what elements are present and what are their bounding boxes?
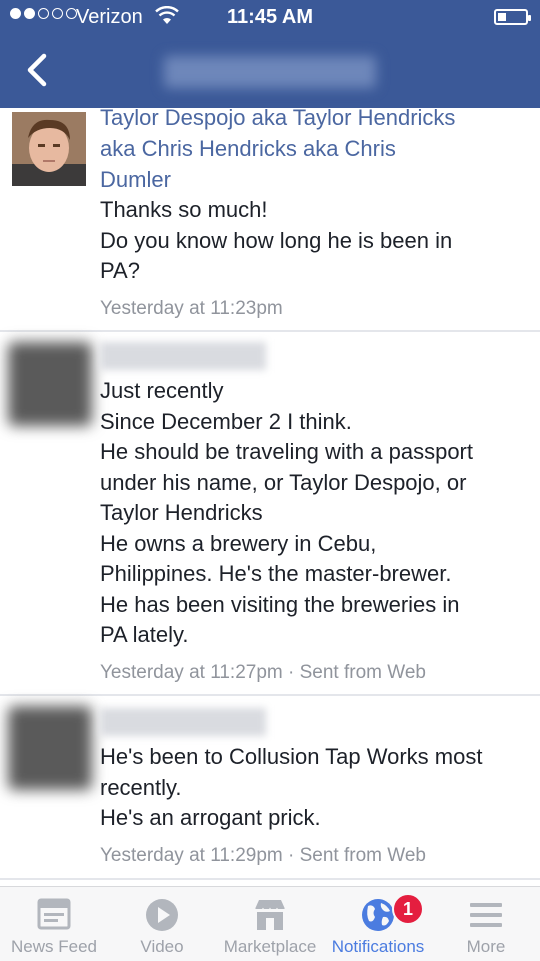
avatar[interactable] xyxy=(12,112,86,186)
tab-more[interactable]: More xyxy=(432,887,540,961)
comment-author-name[interactable]: Taylor Despojo aka Taylor Hendricks aka … xyxy=(100,102,530,195)
news-feed-icon xyxy=(37,898,71,930)
tab-label: Marketplace xyxy=(223,937,317,956)
comment-text-line: Just recently xyxy=(100,378,224,403)
back-chevron-icon[interactable] xyxy=(22,50,52,90)
avatar-redacted[interactable] xyxy=(8,342,92,426)
avatar-redacted[interactable] xyxy=(8,706,92,790)
comment-timestamp: Yesterday at 11:23pm xyxy=(100,297,283,319)
divider xyxy=(0,878,540,880)
comment-text-line: He's been to Collusion Tap Works most xyxy=(100,744,483,769)
video-play-icon xyxy=(146,899,178,931)
tab-news-feed[interactable]: News Feed xyxy=(0,887,108,961)
notification-count-badge: 1 xyxy=(392,893,424,925)
comment-text-line: He's an arrogant prick. xyxy=(100,805,321,830)
comment-timestamp: Yesterday at 11:29pm · Sent from Web xyxy=(100,844,426,866)
globe-icon xyxy=(362,899,394,931)
comment-text-line: Thanks so much! xyxy=(100,197,268,222)
comment-item: Just recently Since December 2 I think. … xyxy=(0,332,540,694)
author-name-redacted[interactable] xyxy=(100,708,266,736)
tab-label: More xyxy=(466,937,506,956)
author-name-line: aka Chris Hendricks aka Chris xyxy=(100,136,396,161)
comment-text-line: PA lately. xyxy=(100,622,189,647)
tab-notifications[interactable]: 1 Notifications xyxy=(324,887,432,961)
status-bar: Verizon 11:45 AM xyxy=(0,0,540,36)
comment-text-line: PA? xyxy=(100,258,140,283)
comment-text-line: He has been visiting the breweries in xyxy=(100,591,460,617)
comment-text-line: recently. xyxy=(100,774,182,800)
status-time: 11:45 AM xyxy=(227,6,313,28)
comment-item: He's been to Collusion Tap Works most re… xyxy=(0,696,540,876)
author-name-redacted[interactable] xyxy=(100,342,266,370)
author-name-line: Taylor Despojo aka Taylor Hendricks xyxy=(100,105,456,130)
battery-icon xyxy=(494,9,531,25)
marketplace-store-icon xyxy=(254,900,286,930)
comment-timestamp: Yesterday at 11:27pm · Sent from Web xyxy=(100,661,426,683)
comment-text-line: Taylor Hendricks xyxy=(100,500,263,525)
comment-text-line: He owns a brewery in Cebu, xyxy=(100,530,377,556)
comment-text-line: under his name, or Taylor Despojo, or xyxy=(100,469,467,495)
top-bar: Verizon 11:45 AM xyxy=(0,0,540,108)
comment-text-line: He should be traveling with a passport xyxy=(100,439,473,464)
tab-label: Notifications xyxy=(331,937,425,956)
author-name-line: Dumler xyxy=(100,167,171,192)
comment-text-line: Philippines. He's the master-brewer. xyxy=(100,561,452,586)
tab-label: Video xyxy=(140,937,184,956)
page-title-redacted xyxy=(164,56,376,88)
comment-item: Taylor Despojo aka Taylor Hendricks aka … xyxy=(0,105,540,330)
tab-marketplace[interactable]: Marketplace xyxy=(216,887,324,961)
comment-text-line: Do you know how long he is been in xyxy=(100,227,453,253)
menu-icon xyxy=(470,903,502,927)
comment-text-line: Since December 2 I think. xyxy=(100,408,352,434)
tab-label: News Feed xyxy=(11,937,97,956)
bottom-tab-bar: News Feed Video Marketplace 1 Notificati… xyxy=(0,886,540,961)
tab-video[interactable]: Video xyxy=(108,887,216,961)
